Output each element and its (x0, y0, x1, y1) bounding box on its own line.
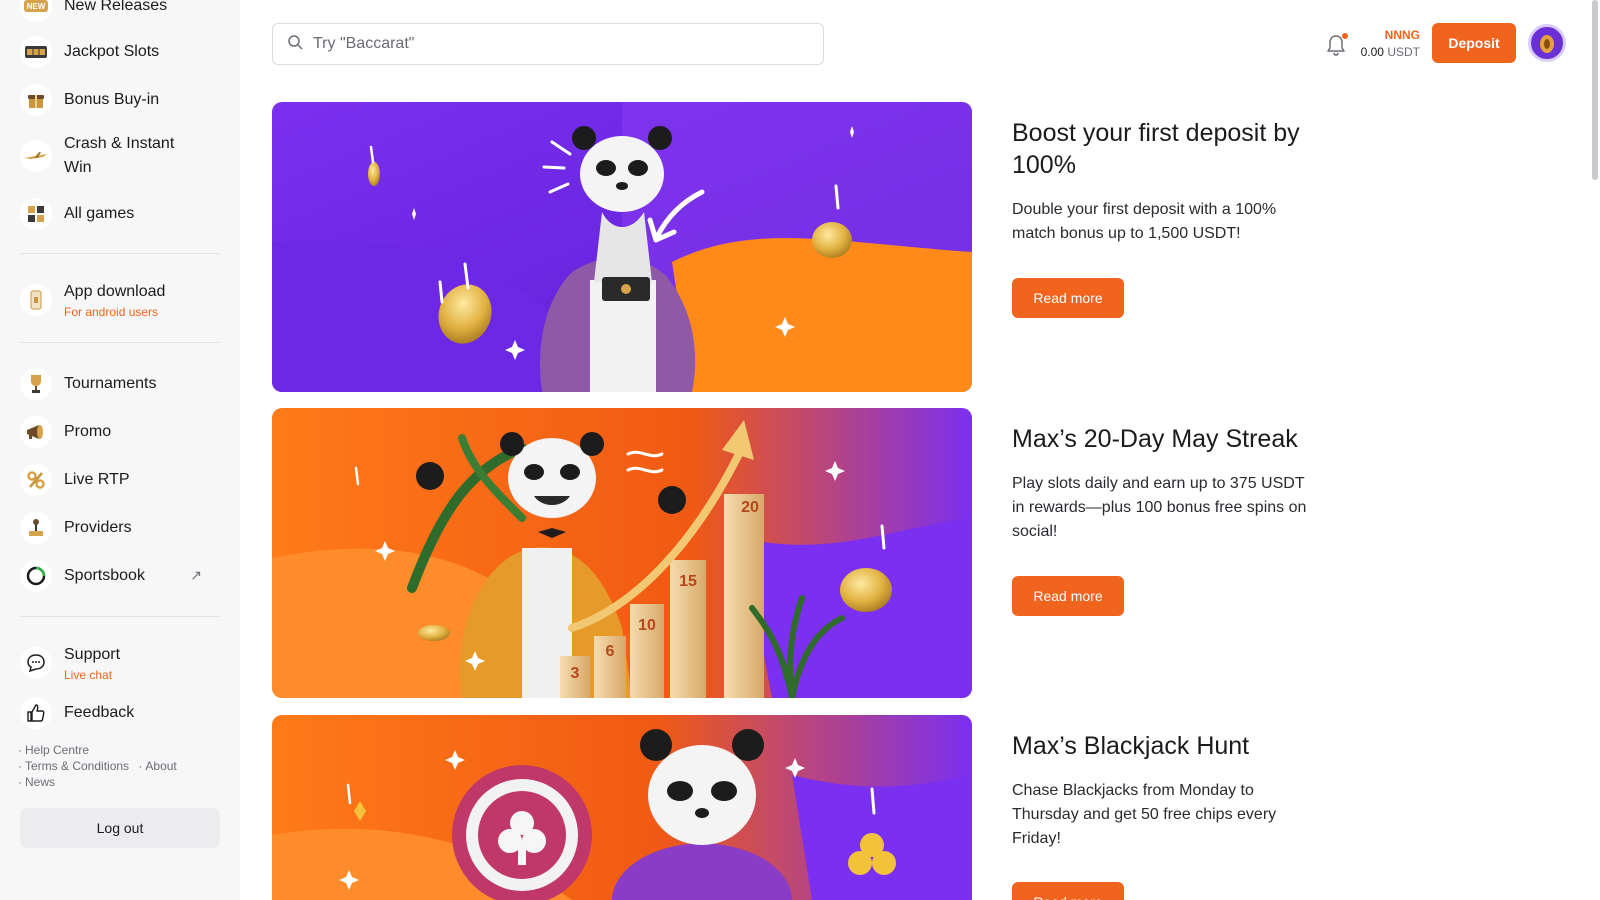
balance-unit: USDT (1387, 45, 1420, 59)
slot-machine-icon (20, 36, 52, 68)
avatar-image (1540, 35, 1554, 53)
sidebar-item-sportsbook[interactable]: Sportsbook ↗ (20, 560, 220, 592)
sidebar-item-providers[interactable]: Providers (20, 512, 220, 544)
chat-icon (20, 647, 52, 679)
sportsbook-icon (20, 560, 52, 592)
percent-icon (20, 464, 52, 496)
panda-streak-illustration: 3 6 10 15 20 (272, 408, 972, 698)
step-label: 6 (606, 643, 615, 660)
bullet: · (138, 759, 143, 773)
gift-box-icon (20, 84, 52, 116)
sidebar: NEW New Releases Jackpot Slots Bonus Buy… (0, 0, 240, 900)
search-icon (287, 34, 303, 55)
balance-display[interactable]: NNNG 0.00 USDT (1358, 27, 1420, 61)
bullet: · (18, 743, 22, 757)
sidebar-item-label: Feedback (64, 704, 135, 721)
promo-banner-may-streak[interactable]: 3 6 10 15 20 (272, 408, 972, 698)
sidebar-item-bonus-buy-in[interactable]: Bonus Buy-in (20, 84, 220, 116)
help-centre-link[interactable]: Help Centre (25, 743, 89, 757)
sidebar-item-label: Tournaments (64, 375, 157, 392)
airplane-icon (20, 140, 52, 172)
balance-currency: NNNG (1384, 28, 1420, 42)
promo-description: Double your first deposit with a 100% ma… (1012, 201, 1277, 242)
divider (20, 616, 220, 617)
promo-banner-blackjack-hunt[interactable] (272, 715, 972, 900)
sidebar-item-label: Support Live chat (64, 643, 120, 683)
support-label: Support (64, 646, 121, 663)
sidebar-item-label: Providers (64, 519, 132, 536)
footer-links: · Help Centre · Terms & Conditions · About … (18, 742, 228, 790)
logout-button[interactable]: Log out (20, 808, 220, 848)
promo-title: Boost your first deposit by 100% (1012, 119, 1300, 179)
sidebar-item-crash-instant-win[interactable]: Crash & Instant Win (20, 132, 220, 180)
sidebar-item-tournaments[interactable]: Tournaments (20, 368, 220, 400)
step-label: 20 (741, 499, 759, 516)
sidebar-item-jackpot-slots[interactable]: Jackpot Slots (20, 36, 220, 68)
read-more-button[interactable]: Read more (1012, 278, 1124, 318)
sidebar-item-label: New Releases (64, 0, 168, 14)
joystick-icon (20, 512, 52, 544)
scrollbar[interactable] (1592, 0, 1598, 180)
promo-title: Max’s Blackjack Hunt (1012, 732, 1250, 760)
thumbs-up-icon (20, 697, 52, 729)
bullet: · (18, 759, 22, 773)
step-label: 10 (638, 617, 656, 634)
sidebar-item-new-releases[interactable]: NEW New Releases (20, 0, 220, 22)
read-more-button[interactable]: Read more (1012, 882, 1124, 900)
panda-blackjack-illustration (272, 715, 972, 900)
sidebar-item-label: Jackpot Slots (64, 43, 160, 60)
promo-description: Play slots daily and earn up to 375 USDT… (1012, 475, 1307, 540)
sidebar-item-label: Sportsbook (64, 567, 145, 584)
sidebar-item-label: Live RTP (64, 471, 130, 488)
search-bar[interactable] (272, 23, 824, 65)
megaphone-icon (20, 416, 52, 448)
app-download-sublabel: For android users (64, 305, 159, 319)
divider (20, 253, 220, 254)
new-badge-icon: NEW (20, 0, 52, 22)
notification-dot (1342, 33, 1348, 39)
bell-icon (1325, 35, 1347, 61)
sidebar-item-label: All games (64, 205, 135, 222)
sidebar-item-support[interactable]: Support Live chat (20, 643, 220, 683)
promo-banner-first-deposit[interactable] (272, 102, 972, 392)
deposit-button[interactable]: Deposit (1432, 23, 1516, 63)
svg-text:NEW: NEW (27, 2, 46, 11)
step-label: 15 (679, 573, 697, 590)
balance-amount: 0.00 (1360, 45, 1384, 59)
news-link[interactable]: News (25, 775, 55, 789)
sidebar-item-promo[interactable]: Promo (20, 416, 220, 448)
trophy-icon (20, 368, 52, 400)
promo-description: Chase Blackjacks from Monday to Thursday… (1012, 782, 1277, 847)
about-link[interactable]: About (145, 759, 176, 773)
panda-deposit-illustration (272, 102, 972, 392)
sidebar-item-label: Promo (64, 423, 112, 440)
external-link-icon: ↗ (190, 567, 202, 583)
sidebar-item-feedback[interactable]: Feedback (20, 697, 220, 729)
search-input[interactable] (313, 35, 793, 53)
balance-amount-row: 0.00 USDT (1358, 43, 1420, 61)
read-more-button[interactable]: Read more (1012, 576, 1124, 616)
bullet: · (18, 775, 22, 789)
sidebar-item-app-download[interactable]: App download For android users (20, 280, 220, 320)
divider (20, 342, 220, 343)
sidebar-item-label: Crash & Instant Win (64, 135, 175, 176)
sidebar-item-label: App download For android users (64, 280, 165, 320)
avatar[interactable] (1528, 24, 1566, 62)
sidebar-item-live-rtp[interactable]: Live RTP (20, 464, 220, 496)
sidebar-item-label: Bonus Buy-in (64, 91, 160, 108)
app-download-label: App download (64, 283, 166, 300)
notification-button[interactable] (1325, 33, 1349, 57)
terms-link[interactable]: Terms & Conditions (25, 759, 129, 773)
step-label: 3 (571, 665, 580, 682)
grid-icon (20, 198, 52, 230)
phone-icon (20, 284, 52, 316)
promo-title: Max’s 20-Day May Streak (1012, 425, 1298, 453)
sidebar-item-all-games[interactable]: All games (20, 198, 220, 230)
support-sublabel: Live chat (64, 668, 113, 682)
